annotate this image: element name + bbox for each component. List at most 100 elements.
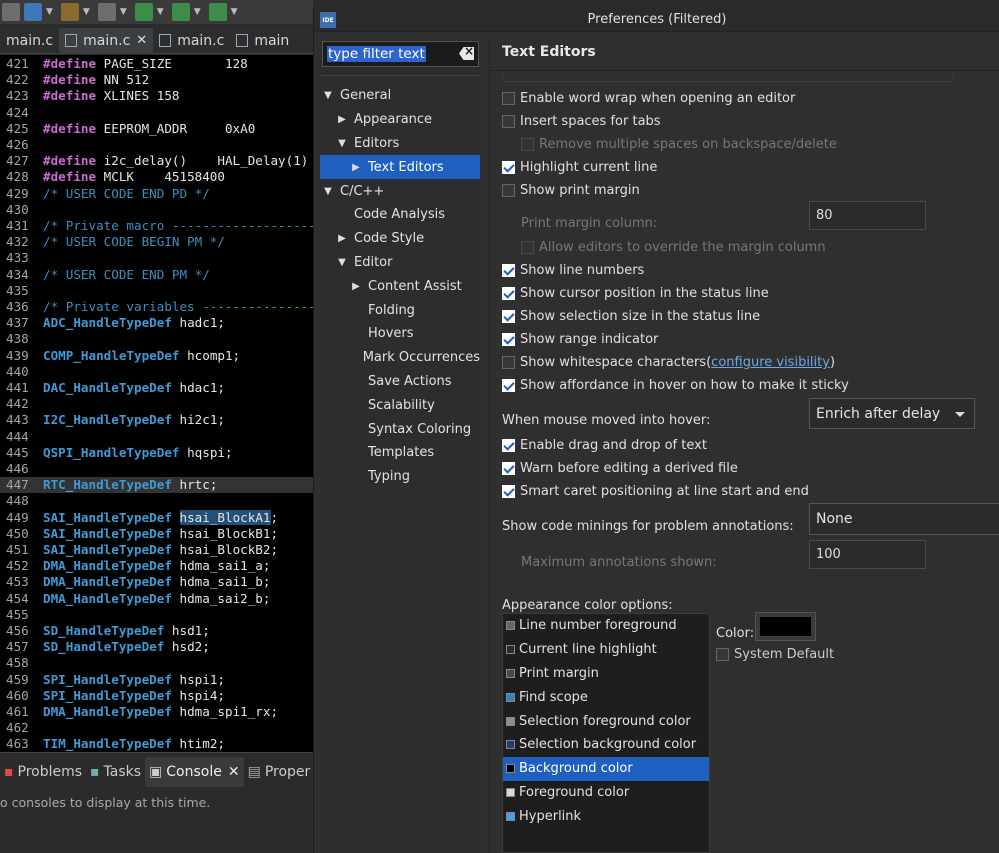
close-icon[interactable]: ✕ xyxy=(228,764,240,780)
chevron-down-icon[interactable]: ▼ xyxy=(336,138,348,149)
code-line[interactable]: 437 ADC_HandleTypeDef hadc1; xyxy=(0,315,313,331)
color-option-item[interactable]: Selection background color xyxy=(503,733,709,757)
color-option-item[interactable]: Hyperlink xyxy=(503,804,709,828)
tab-properties[interactable]: ▤ Proper xyxy=(244,764,315,780)
code-line[interactable]: 428 #define MCLK 45158400 xyxy=(0,169,313,185)
clear-filter-icon[interactable] xyxy=(459,47,474,60)
code-line[interactable]: 421 #define PAGE_SIZE 128 xyxy=(0,56,313,72)
code-line[interactable]: 427 #define i2c_delay() HAL_Delay(1) xyxy=(0,153,313,169)
code-line[interactable]: 433 xyxy=(0,250,313,266)
code-line[interactable]: 448 xyxy=(0,493,313,509)
new-file-icon[interactable] xyxy=(97,3,116,21)
hand-tool-icon[interactable] xyxy=(2,3,20,21)
tree-item[interactable]: Typing xyxy=(320,465,480,489)
option-checkbox[interactable]: Show affordance in hover on how to make … xyxy=(502,378,849,393)
code-line[interactable]: 443 I2C_HandleTypeDef hi2c1; xyxy=(0,412,313,428)
color-option-item[interactable]: Find scope xyxy=(503,685,709,709)
code-line[interactable]: 461 DMA_HandleTypeDef hdma_spi1_rx; xyxy=(0,704,313,720)
dropdown-arrow-icon[interactable]: ▼ xyxy=(83,7,90,17)
editor-tab-active[interactable]: main.c ✕ xyxy=(59,27,154,54)
dialog-titlebar[interactable]: IDE Preferences (Filtered) xyxy=(314,8,999,32)
appearance-color-list[interactable]: Line number foreground Current line highl… xyxy=(502,613,710,853)
dropdown-arrow-icon[interactable]: ▼ xyxy=(120,7,127,17)
option-checkbox[interactable]: Smart caret positioning at line start an… xyxy=(502,484,809,499)
code-line[interactable]: 439 COMP_HandleTypeDef hcomp1; xyxy=(0,348,313,364)
code-line[interactable]: 449 SAI_HandleTypeDef hsai_BlockA1; xyxy=(0,509,313,526)
option-checkbox[interactable]: Insert spaces for tabs xyxy=(502,114,661,129)
color-option-item[interactable]: Selection foreground color xyxy=(503,709,709,733)
tree-item[interactable]: Hovers xyxy=(320,322,480,346)
tree-item[interactable]: ▶ Code Style xyxy=(320,227,480,251)
close-icon[interactable]: ✕ xyxy=(136,33,147,48)
tree-item[interactable]: ▶ Content Assist xyxy=(320,274,480,298)
tree-item[interactable]: ▼ General xyxy=(320,84,480,108)
debug-icon[interactable] xyxy=(171,3,190,21)
color-option-item[interactable]: Foreground color xyxy=(503,781,709,805)
tab-problems[interactable]: ▪ Problems xyxy=(0,764,86,780)
code-line[interactable]: 444 xyxy=(0,429,313,445)
chevron-down-icon[interactable]: ▼ xyxy=(336,257,348,268)
code-line[interactable]: 441 DAC_HandleTypeDef hdac1; xyxy=(0,380,313,396)
option-checkbox[interactable]: Show selection size in the status line xyxy=(502,309,760,324)
tree-item[interactable]: ▶ Text Editors xyxy=(320,155,480,180)
open-folder-icon[interactable] xyxy=(60,3,79,21)
color-option-item[interactable]: Line number foreground xyxy=(503,614,709,638)
filter-input[interactable]: type filter text xyxy=(322,41,479,67)
editor-tab[interactable]: main.c xyxy=(153,28,230,54)
tree-item[interactable]: ▶ Appearance xyxy=(320,108,480,132)
code-line[interactable]: 422 #define NN 512 xyxy=(0,72,313,88)
dropdown-arrow-icon[interactable]: ▼ xyxy=(231,7,238,17)
code-line[interactable]: 438 xyxy=(0,331,313,347)
chevron-down-icon[interactable]: ▼ xyxy=(322,90,334,101)
option-checkbox[interactable]: Show line numbers xyxy=(502,263,644,278)
tree-item[interactable]: ▼ Editor xyxy=(320,251,480,275)
code-line[interactable]: 459 SPI_HandleTypeDef hspi1; xyxy=(0,672,313,688)
tab-console[interactable]: ▣ Console ✕ xyxy=(145,757,244,787)
color-option-item[interactable]: Background color xyxy=(503,756,709,781)
option-checkbox[interactable]: Enable word wrap when opening an editor xyxy=(502,91,795,106)
code-line[interactable]: 442 xyxy=(0,396,313,412)
code-line[interactable]: 435 xyxy=(0,283,313,299)
new-project-icon[interactable] xyxy=(24,3,42,21)
run-icon[interactable] xyxy=(208,3,227,21)
tree-item[interactable]: Mark Occurrences xyxy=(320,346,480,370)
code-line[interactable]: 432 /* USER CODE BEGIN PM */ xyxy=(0,234,313,250)
tree-item[interactable]: Save Actions xyxy=(320,370,480,394)
code-line[interactable]: 447 RTC_HandleTypeDef hrtc; xyxy=(0,477,313,494)
print-margin-field[interactable]: 80 xyxy=(809,201,926,230)
option-checkbox[interactable]: Show print margin xyxy=(502,183,640,198)
color-picker-button[interactable] xyxy=(755,612,816,641)
code-line[interactable]: 463 TIM_HandleTypeDef htim2; xyxy=(0,736,313,752)
code-line[interactable]: 436 /* Private variables ----------------… xyxy=(0,299,313,315)
code-line[interactable]: 431 /* Private macro --------------------… xyxy=(0,218,313,234)
refresh-icon[interactable] xyxy=(134,3,153,21)
dropdown-arrow-icon[interactable]: ▼ xyxy=(194,7,201,17)
tree-item[interactable]: Syntax Coloring xyxy=(320,417,480,441)
code-line[interactable]: 460 SPI_HandleTypeDef hspi4; xyxy=(0,688,313,704)
code-line[interactable]: 445 QSPI_HandleTypeDef hqspi; xyxy=(0,445,313,461)
tab-tasks[interactable]: ▪ Tasks xyxy=(86,764,145,780)
code-line[interactable]: 446 xyxy=(0,461,313,477)
chevron-right-icon[interactable]: ▶ xyxy=(336,233,348,244)
chevron-right-icon[interactable]: ▶ xyxy=(350,162,362,173)
code-line[interactable]: 434 /* USER CODE END PM */ xyxy=(0,267,313,283)
code-line[interactable]: 457 SD_HandleTypeDef hsd2; xyxy=(0,639,313,655)
tree-item[interactable]: Scalability xyxy=(320,393,480,417)
code-line[interactable]: 424 xyxy=(0,105,313,121)
dropdown-arrow-icon[interactable]: ▼ xyxy=(46,7,53,17)
editor-tab[interactable]: main.c xyxy=(0,28,59,54)
code-editor[interactable]: 421 #define PAGE_SIZE 128 422 #define NN 51… xyxy=(0,55,313,752)
option-checkbox[interactable]: Show cursor position in the status line xyxy=(502,286,769,301)
option-checkbox[interactable]: Highlight current line xyxy=(502,160,657,175)
chevron-down-icon[interactable]: ▼ xyxy=(322,186,334,197)
system-default-checkbox[interactable]: System Default xyxy=(716,647,834,662)
option-checkbox[interactable]: Show whitespace characters (configure vi… xyxy=(502,355,835,370)
code-line[interactable]: 450 SAI_HandleTypeDef hsai_BlockB1; xyxy=(0,526,313,542)
configure-visibility-link[interactable]: configure visibility xyxy=(711,355,830,370)
code-line[interactable]: 454 DMA_HandleTypeDef hdma_sai2_b; xyxy=(0,591,313,607)
code-line[interactable]: 430 xyxy=(0,202,313,218)
tree-item[interactable]: ▼ Editors xyxy=(320,132,480,156)
color-option-item[interactable]: Print margin xyxy=(503,662,709,686)
code-line[interactable]: 426 xyxy=(0,137,313,153)
code-line[interactable]: 453 DMA_HandleTypeDef hdma_sai1_b; xyxy=(0,574,313,590)
